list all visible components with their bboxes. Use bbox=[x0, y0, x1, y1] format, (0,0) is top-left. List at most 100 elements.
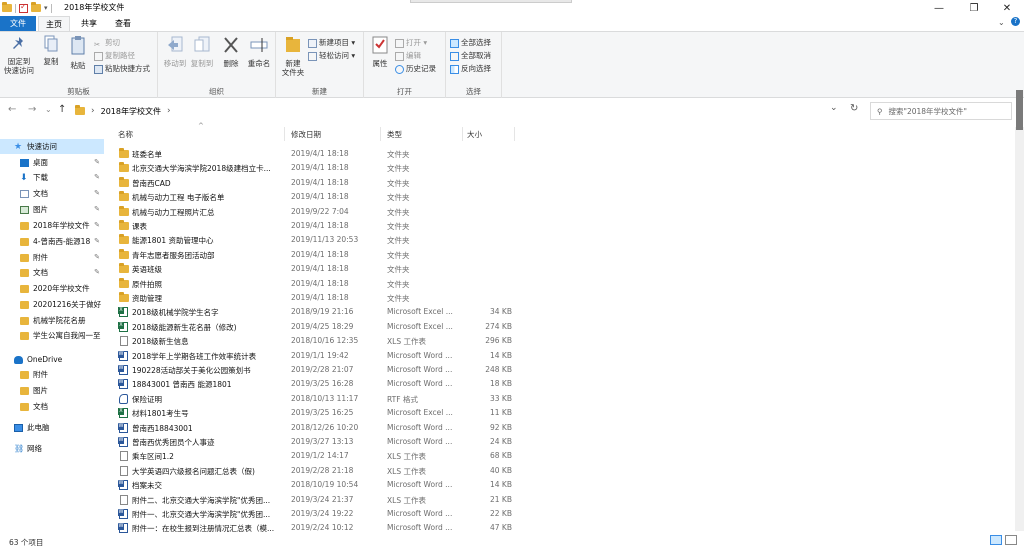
maximize-button[interactable]: ❐ bbox=[957, 0, 991, 16]
file-row[interactable]: 曾南西CAD 2019/4/1 18:18 文件夹 bbox=[112, 176, 1012, 190]
file-row[interactable]: 课表 2019/4/1 18:18 文件夹 bbox=[112, 219, 1012, 233]
file-row[interactable]: 2018级新生信息 2018/10/16 12:35 XLS 工作表 296 KB bbox=[112, 334, 1012, 348]
sidebar-item[interactable]: 附件 bbox=[0, 367, 104, 382]
cut-button[interactable]: ✂ 剪切 bbox=[94, 37, 120, 49]
column-divider[interactable] bbox=[514, 127, 515, 141]
refresh-button[interactable]: ↻ bbox=[850, 103, 858, 114]
new-folder-button[interactable]: 新建 文件夹 bbox=[278, 35, 308, 77]
sidebar-item[interactable]: 文档 ✎ bbox=[0, 265, 104, 280]
sidebar-item[interactable]: ⬇ 下载 ✎ bbox=[0, 170, 104, 185]
copy-path-button[interactable]: 复制路径 bbox=[94, 50, 135, 62]
file-row[interactable]: 青年志愿者服务团活动部 2019/4/1 18:18 文件夹 bbox=[112, 248, 1012, 262]
sidebar-item[interactable]: 图片 ✎ bbox=[0, 202, 104, 217]
column-divider[interactable] bbox=[462, 127, 463, 141]
file-row[interactable]: 附件二、北京交通大学海滨学院"优秀团... 2019/3/24 21:37 XLS … bbox=[112, 493, 1012, 507]
file-row[interactable]: 曾南西18843001 2018/12/26 10:20 Microsoft Wor… bbox=[112, 421, 1012, 435]
file-row[interactable]: 附件一、北京交通大学海滨学院"优秀团... 2019/3/24 19:22 Micr… bbox=[112, 507, 1012, 521]
delete-button[interactable]: 删除 bbox=[218, 35, 244, 68]
file-row[interactable]: 机械与动力工程 电子版名单 2019/4/1 18:18 文件夹 bbox=[112, 190, 1012, 204]
file-row[interactable]: 能源1801 资助管理中心 2019/11/13 20:53 文件夹 bbox=[112, 233, 1012, 247]
ribbon-collapse-icon[interactable]: ⌄ bbox=[998, 18, 1005, 27]
sidebar-item[interactable]: ⛓ 网络 bbox=[0, 441, 104, 456]
sidebar-item[interactable]: 2018年学校文件 ✎ bbox=[0, 218, 104, 233]
move-to-button[interactable]: 移动到 bbox=[162, 35, 188, 68]
recent-locations-button[interactable]: ⌄ bbox=[45, 105, 52, 114]
search-input[interactable]: ⚲ 搜索"2018年学校文件" bbox=[870, 102, 1012, 120]
details-view-button[interactable] bbox=[990, 535, 1002, 545]
tab-file[interactable]: 文件 bbox=[0, 16, 36, 31]
invert-selection-button[interactable]: 反向选择 bbox=[450, 63, 491, 75]
file-row[interactable]: 2018级机械学院学生名字 2018/9/19 21:16 Microsoft Ex… bbox=[112, 305, 1012, 319]
sidebar-item[interactable]: 机械学院花名册 bbox=[0, 313, 104, 328]
file-row[interactable]: 保险证明 2018/10/13 11:17 RTF 格式 33 KB bbox=[112, 392, 1012, 406]
forward-button[interactable]: → bbox=[28, 104, 36, 115]
sidebar-item[interactable]: 学生公寓自我闯一至 bbox=[0, 328, 104, 343]
column-divider[interactable] bbox=[380, 127, 381, 141]
sidebar-item[interactable]: 附件 ✎ bbox=[0, 250, 104, 265]
help-icon[interactable]: ? bbox=[1011, 17, 1020, 26]
pin-quick-access-button[interactable]: 固定到 快速访问 bbox=[3, 35, 35, 75]
file-row[interactable]: 大学英语四六级报名问题汇总表（假) 2019/2/28 21:18 XLS 工作表 4… bbox=[112, 464, 1012, 478]
tab-home[interactable]: 主页 bbox=[38, 16, 70, 31]
qat-dropdown-icon[interactable]: ▾ bbox=[44, 4, 48, 12]
breadcrumb-chevron-icon[interactable]: › bbox=[167, 106, 171, 116]
vertical-scrollbar[interactable] bbox=[1015, 127, 1024, 531]
file-row[interactable]: 曾南西优秀团员个人事迹 2019/3/27 13:13 Microsoft Word… bbox=[112, 435, 1012, 449]
column-date[interactable]: 修改日期 bbox=[291, 129, 321, 140]
open-button[interactable]: 打开 ▾ bbox=[395, 37, 427, 49]
column-size[interactable]: 大小 bbox=[467, 129, 482, 140]
sidebar-item[interactable]: 4-曾南西-能源18 ✎ bbox=[0, 234, 104, 249]
tab-share[interactable]: 共享 bbox=[72, 16, 106, 31]
file-row[interactable]: 材料1801考生号 2019/3/25 16:25 Microsoft Excel … bbox=[112, 406, 1012, 420]
sidebar-item[interactable]: 文档 ✎ bbox=[0, 186, 104, 201]
select-none-button[interactable]: 全部取消 bbox=[450, 50, 491, 62]
properties-button[interactable]: 属性 bbox=[368, 35, 392, 68]
file-row[interactable]: 英语班级 2019/4/1 18:18 文件夹 bbox=[112, 262, 1012, 276]
rename-button[interactable]: 重命名 bbox=[246, 35, 272, 68]
breadcrumb[interactable]: 2018年学校文件 bbox=[101, 106, 161, 117]
scrollbar-thumb[interactable] bbox=[1016, 90, 1023, 130]
sidebar-item[interactable]: 20201216关于做好 bbox=[0, 297, 104, 312]
new-item-button[interactable]: 新建项目 ▾ bbox=[308, 37, 355, 49]
sidebar-item[interactable]: ★ 快速访问 bbox=[0, 139, 104, 154]
edit-button[interactable]: 编辑 bbox=[395, 50, 421, 62]
back-button[interactable]: ← bbox=[8, 104, 16, 115]
select-all-button[interactable]: 全部选择 bbox=[450, 37, 491, 49]
file-row[interactable]: 北京交通大学海滨学院2018级建档立卡... 2019/4/1 18:18 文件夹 bbox=[112, 161, 1012, 175]
address-bar[interactable]: › 2018年学校文件 › bbox=[70, 102, 844, 120]
file-row[interactable]: 资助管理 2019/4/1 18:18 文件夹 bbox=[112, 291, 1012, 305]
file-row[interactable]: 机械与动力工程照片汇总 2019/9/22 7:04 文件夹 bbox=[112, 205, 1012, 219]
sidebar-item[interactable]: 桌面 ✎ bbox=[0, 155, 104, 170]
column-divider[interactable] bbox=[284, 127, 285, 141]
up-button[interactable]: ↑ bbox=[58, 104, 66, 115]
tab-view[interactable]: 查看 bbox=[106, 16, 140, 31]
sidebar-item[interactable]: 图片 bbox=[0, 383, 104, 398]
easy-access-button[interactable]: 轻松访问 ▾ bbox=[308, 50, 355, 62]
minimize-button[interactable]: — bbox=[922, 0, 956, 16]
sidebar-item[interactable]: 此电脑 bbox=[0, 420, 104, 435]
file-row[interactable]: 档案未交 2018/10/19 10:54 Microsoft Word ... 14… bbox=[112, 478, 1012, 492]
file-row[interactable]: 乘车区间1.2 2019/1/2 14:17 XLS 工作表 68 KB bbox=[112, 449, 1012, 463]
file-row[interactable]: 190228活动部关于美化公园策划书 2019/2/28 21:07 Microso… bbox=[112, 363, 1012, 377]
column-name[interactable]: 名称 bbox=[118, 129, 133, 140]
copy-button[interactable]: 复制 bbox=[38, 35, 64, 66]
file-row[interactable]: 2018学年上学期各班工作效率统计表 2019/1/1 19:42 Microsof… bbox=[112, 349, 1012, 363]
column-type[interactable]: 类型 bbox=[387, 129, 402, 140]
file-row[interactable]: 班委名单 2019/4/1 18:18 文件夹 bbox=[112, 147, 1012, 161]
breadcrumb-chevron-icon[interactable]: › bbox=[91, 106, 95, 116]
new-folder-icon[interactable] bbox=[31, 2, 41, 12]
sidebar-item[interactable]: 文档 bbox=[0, 399, 104, 414]
history-button[interactable]: 历史记录 bbox=[395, 63, 436, 75]
address-dropdown-icon[interactable]: ⌄ bbox=[830, 103, 838, 113]
paste-button[interactable]: 粘贴 bbox=[65, 35, 91, 70]
sidebar-item[interactable]: OneDrive bbox=[0, 352, 104, 367]
large-icons-view-button[interactable] bbox=[1005, 535, 1017, 545]
file-row[interactable]: 原件拍照 2019/4/1 18:18 文件夹 bbox=[112, 277, 1012, 291]
file-row[interactable]: 2018级能源新生花名册（修改) 2019/4/25 18:29 Microsoft… bbox=[112, 320, 1012, 334]
close-button[interactable]: ✕ bbox=[990, 0, 1024, 16]
paste-shortcut-button[interactable]: 粘贴快捷方式 bbox=[94, 63, 150, 75]
copy-to-button[interactable]: 复制到 bbox=[189, 35, 215, 68]
file-row[interactable]: 18843001 曾南西 能源1801 2019/3/25 16:28 Micros… bbox=[112, 377, 1012, 391]
sidebar-item[interactable]: 2020年学校文件 bbox=[0, 281, 104, 296]
properties-check-icon[interactable] bbox=[19, 2, 28, 13]
